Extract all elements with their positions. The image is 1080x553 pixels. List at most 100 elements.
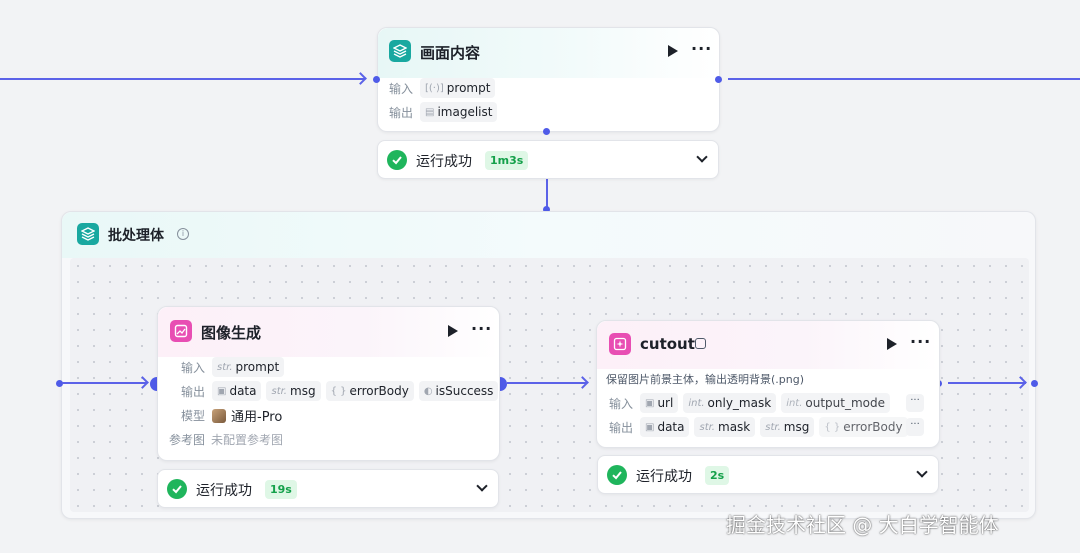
model-avatar xyxy=(212,408,226,423)
chevron-down-icon[interactable] xyxy=(916,466,928,478)
param-name: data xyxy=(229,384,257,398)
input-row: 输入 str. prompt xyxy=(181,357,289,377)
duration-badge: 2s xyxy=(705,466,730,485)
image-type-icon: ▣ xyxy=(645,421,655,433)
more-options-button[interactable]: ··· xyxy=(691,41,712,57)
param-name: errorBody xyxy=(843,420,903,434)
image-type-icon: ▣ xyxy=(217,385,227,397)
image-list-icon: ▤ xyxy=(425,106,435,118)
node-title: 画面内容 xyxy=(420,44,481,62)
object-type-icon: { } xyxy=(330,385,347,397)
int-type-icon: int. xyxy=(786,397,803,409)
input-label: 输入 xyxy=(609,396,634,411)
string-type-icon: str. xyxy=(217,361,233,373)
param-name: output_mode xyxy=(805,396,886,410)
run-status-bar[interactable]: 运行成功 2s xyxy=(597,455,939,494)
param-tag[interactable]: ◐ isSuccess xyxy=(418,381,499,401)
param-name: prompt xyxy=(446,81,491,95)
param-tag[interactable]: ▣ data xyxy=(640,417,690,437)
edge-arrowhead xyxy=(354,72,367,85)
batch-title: 批处理体 xyxy=(108,228,164,244)
check-circle-icon xyxy=(387,150,407,170)
run-node-button[interactable] xyxy=(887,338,897,350)
node-title: cutout xyxy=(640,335,695,353)
string-type-icon: str. xyxy=(699,421,715,433)
param-tag[interactable]: { } errorBody xyxy=(325,381,414,401)
watermark-text: 掘金技术社区 @ 大白学智能体 xyxy=(726,513,999,537)
description-text: 保留图片前景主体，输出透明背景(.png) xyxy=(606,373,805,386)
sparkle-icon xyxy=(609,333,631,355)
edge-out-top-node xyxy=(728,78,1080,80)
input-label: 输入 xyxy=(389,81,414,96)
more-inputs-button[interactable]: ··· xyxy=(906,394,924,412)
param-tag[interactable]: str. prompt xyxy=(212,357,285,377)
plugin-icon xyxy=(695,338,706,349)
status-text: 运行成功 xyxy=(416,154,472,170)
batch-header xyxy=(62,212,1035,258)
model-value[interactable]: 通用-Pro xyxy=(231,406,282,425)
output-label: 输出 xyxy=(609,420,634,435)
chevron-down-icon[interactable] xyxy=(476,480,488,492)
param-tag[interactable]: ▣ url xyxy=(640,393,679,413)
param-tag[interactable]: { } errorBody xyxy=(819,417,908,437)
more-options-button[interactable]: ··· xyxy=(471,321,492,337)
param-name: errorBody xyxy=(349,384,409,398)
model-label: 模型 xyxy=(181,409,206,423)
chevron-down-icon[interactable] xyxy=(696,151,708,163)
param-tag[interactable]: str. msg xyxy=(760,417,815,437)
param-name: only_mask xyxy=(707,396,772,410)
object-type-icon: { } xyxy=(824,421,841,433)
more-outputs-button[interactable]: ··· xyxy=(906,418,924,436)
run-node-button[interactable] xyxy=(448,325,458,337)
output-label: 输出 xyxy=(181,384,206,399)
model-row: 模型 通用-Pro xyxy=(181,406,282,425)
param-name: url xyxy=(657,396,674,410)
node-description: 保留图片前景主体，输出透明背景(.png) xyxy=(606,371,804,387)
edge-into-top-node xyxy=(0,78,364,80)
input-row: 输入 ▣ url int. only_mask int. output_mode xyxy=(609,393,895,413)
edge-batch-to-image xyxy=(62,382,146,384)
node-card-image-generation[interactable]: 图像生成 ··· 输入 str. prompt 输出 ▣ data str. msg … xyxy=(157,306,500,461)
edge-to-batch xyxy=(546,179,548,209)
param-name: mask xyxy=(718,420,751,434)
param-tag[interactable]: str. msg xyxy=(266,381,321,401)
param-tag[interactable]: str. mask xyxy=(694,417,756,437)
reference-label: 参考图 xyxy=(169,433,206,447)
param-name: isSuccess xyxy=(435,384,494,398)
param-tag[interactable]: [(·)] prompt xyxy=(420,78,496,98)
check-circle-icon xyxy=(167,479,187,499)
node-card-cutout[interactable]: cutout ··· 保留图片前景主体，输出透明背景(.png) 输入 ▣ url… xyxy=(596,320,940,448)
run-node-button[interactable] xyxy=(668,45,678,57)
run-status-bar[interactable]: 运行成功 19s xyxy=(157,469,499,508)
input-row: 输入 [(·)] prompt xyxy=(389,78,500,98)
duration-badge: 1m3s xyxy=(485,151,529,170)
param-tag[interactable]: ▤ imagelist xyxy=(420,102,498,122)
reference-value: 未配置参考图 xyxy=(211,433,284,447)
param-tag[interactable]: int. only_mask xyxy=(683,393,777,413)
input-label: 输入 xyxy=(181,360,206,375)
run-status-bar[interactable]: 运行成功 1m3s xyxy=(377,140,719,179)
param-tag[interactable]: ▣ data xyxy=(212,381,262,401)
check-circle-icon xyxy=(607,465,627,485)
layers-icon xyxy=(77,223,99,245)
status-text: 运行成功 xyxy=(196,483,252,499)
param-name: prompt xyxy=(235,360,280,374)
param-name: msg xyxy=(290,384,316,398)
image-type-icon: ▣ xyxy=(645,397,655,409)
boolean-type-icon: ◐ xyxy=(423,385,433,397)
duration-badge: 19s xyxy=(265,480,297,499)
input-port[interactable] xyxy=(373,76,380,83)
batch-output-port[interactable] xyxy=(1031,380,1038,387)
output-row: 输出 ▤ imagelist xyxy=(389,102,502,122)
status-text: 运行成功 xyxy=(636,469,692,485)
output-row: 输出 ▣ data str. msg { } errorBody ◐ isSuccess xyxy=(181,381,503,401)
layers-icon xyxy=(389,40,411,62)
more-options-button[interactable]: ··· xyxy=(910,334,931,350)
node-card-scene-content[interactable]: 画面内容 ··· 输入 [(·)] prompt 输出 ▤ imagelist xyxy=(377,27,720,132)
output-port[interactable] xyxy=(715,76,722,83)
param-tag[interactable]: int. output_mode xyxy=(781,393,891,413)
info-icon[interactable]: i xyxy=(177,228,189,240)
bottom-port[interactable] xyxy=(543,128,550,135)
param-name: data xyxy=(657,420,685,434)
string-type-icon: str. xyxy=(765,421,781,433)
